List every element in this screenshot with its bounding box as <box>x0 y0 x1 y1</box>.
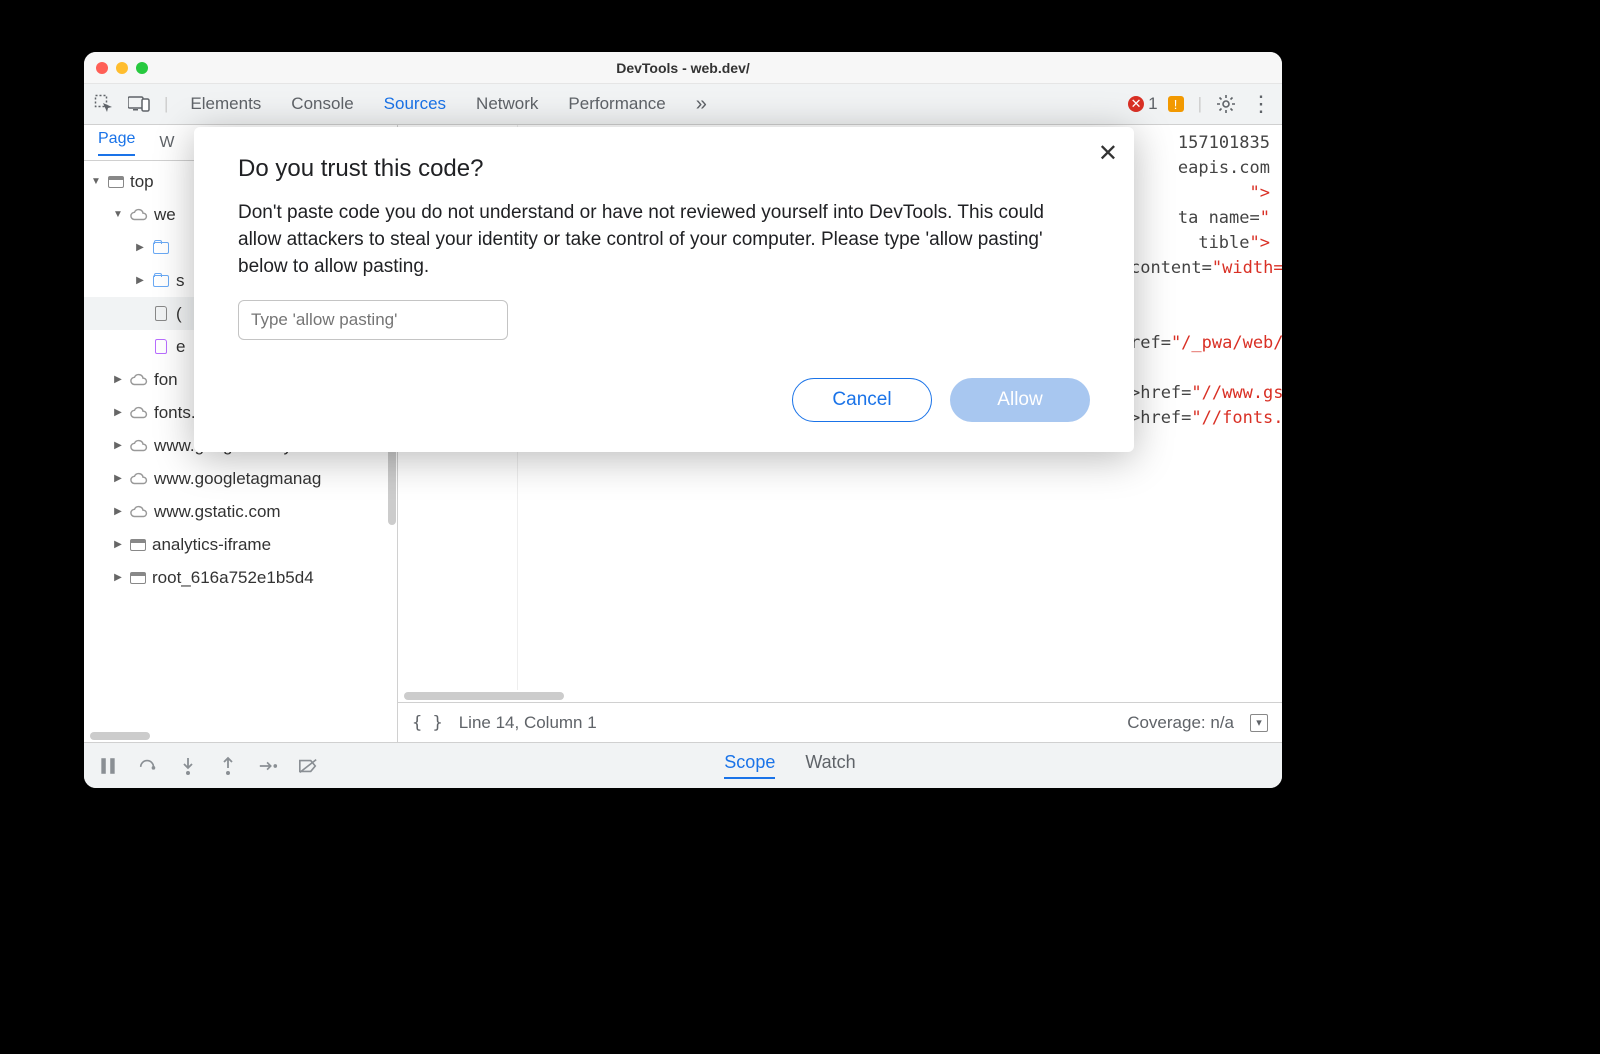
tree-label: ( <box>176 304 182 324</box>
cancel-button[interactable]: Cancel <box>792 378 932 422</box>
deactivate-breakpoints-icon[interactable] <box>298 756 318 776</box>
tree-label: fon <box>154 370 178 390</box>
disclosure-icon[interactable]: ▶ <box>112 407 124 418</box>
tree-item[interactable]: ▶ www.googletagmanag <box>84 462 397 495</box>
tab-performance[interactable]: Performance <box>568 94 665 114</box>
step-out-icon[interactable] <box>218 756 238 776</box>
sidebar-hscrollbar[interactable] <box>84 730 397 742</box>
disclosure-icon[interactable]: ▶ <box>134 242 146 253</box>
nav-tab-workspace[interactable]: W <box>159 134 174 152</box>
error-count: 1 <box>1148 94 1157 114</box>
tree-label: e <box>176 337 185 357</box>
inspect-element-icon[interactable] <box>94 94 114 114</box>
drawer-tab-watch[interactable]: Watch <box>805 752 855 779</box>
disclosure-icon[interactable]: ▶ <box>112 440 124 451</box>
coverage-info: Coverage: n/a <box>1127 713 1234 733</box>
disclosure-icon[interactable]: ▶ <box>112 473 124 484</box>
tree-item[interactable]: ▶ root_616a752e1b5d4 <box>84 561 397 594</box>
close-window-button[interactable] <box>96 62 108 74</box>
nav-tab-page[interactable]: Page <box>98 130 135 156</box>
step-over-icon[interactable] <box>138 756 158 776</box>
debugger-controls <box>84 756 398 776</box>
device-toolbar-icon[interactable] <box>128 95 150 113</box>
tree-label: s <box>176 271 185 291</box>
issue-badges: ✕ 1 ! <box>1128 94 1183 114</box>
drawer-tab-scope[interactable]: Scope <box>724 752 775 779</box>
disclosure-icon[interactable]: ▼ <box>90 176 102 187</box>
main-toolbar: | Elements Console Sources Network Perfo… <box>84 84 1282 125</box>
editor-hscrollbar[interactable] <box>398 690 1282 702</box>
tab-network[interactable]: Network <box>476 94 538 114</box>
titlebar: DevTools - web.dev/ <box>84 52 1282 84</box>
disclosure-icon[interactable]: ▼ <box>112 209 124 220</box>
window-title: DevTools - web.dev/ <box>84 60 1282 76</box>
cursor-position: Line 14, Column 1 <box>459 713 597 733</box>
pretty-print-icon[interactable]: { } <box>412 713 443 733</box>
error-badge[interactable]: ✕ 1 <box>1128 94 1157 114</box>
tab-sources[interactable]: Sources <box>384 94 446 114</box>
toolbar-separator: | <box>164 94 168 114</box>
devtools-window: DevTools - web.dev/ | Elements Console S… <box>84 52 1282 788</box>
more-tabs-icon[interactable]: » <box>696 93 707 116</box>
dialog-title: Do you trust this code? <box>238 155 1090 183</box>
tree-item[interactable]: ▶ analytics-iframe <box>84 528 397 561</box>
debugger-drawer: Scope Watch <box>84 742 1282 788</box>
editor-statusbar: { } Line 14, Column 1 Coverage: n/a ▾ <box>398 702 1282 742</box>
step-icon[interactable] <box>258 756 278 776</box>
toolbar-separator-2: | <box>1198 94 1202 114</box>
warning-badge[interactable]: ! <box>1168 96 1184 112</box>
tree-item[interactable]: ▶ www.gstatic.com <box>84 495 397 528</box>
tree-label: www.googletagmanag <box>154 469 321 489</box>
disclosure-icon[interactable]: ▶ <box>134 275 146 286</box>
tree-label: top <box>130 172 154 192</box>
tree-label: www.gstatic.com <box>154 502 281 522</box>
dialog-body: Don't paste code you do not understand o… <box>238 199 1090 280</box>
pause-icon[interactable] <box>98 756 118 776</box>
step-into-icon[interactable] <box>178 756 198 776</box>
disclosure-icon[interactable]: ▶ <box>112 539 124 550</box>
panel-tabs: Elements Console Sources Network Perform… <box>182 93 1114 116</box>
tree-label: root_616a752e1b5d4 <box>152 568 314 588</box>
disclosure-icon[interactable]: ▶ <box>112 572 124 583</box>
tab-console[interactable]: Console <box>291 94 353 114</box>
allow-pasting-input[interactable] <box>238 300 508 340</box>
tree-label: we <box>154 205 176 225</box>
zoom-window-button[interactable] <box>136 62 148 74</box>
window-controls <box>96 62 148 74</box>
trust-code-dialog: ✕ Do you trust this code? Don't paste co… <box>194 127 1134 452</box>
allow-button[interactable]: Allow <box>950 378 1090 422</box>
settings-icon[interactable] <box>1216 94 1236 114</box>
tree-label: analytics-iframe <box>152 535 271 555</box>
close-icon[interactable]: ✕ <box>1098 139 1118 168</box>
toggle-drawer-icon[interactable]: ▾ <box>1250 714 1268 732</box>
disclosure-icon[interactable]: ▶ <box>112 506 124 517</box>
disclosure-icon[interactable]: ▶ <box>112 374 124 385</box>
tab-elements[interactable]: Elements <box>190 94 261 114</box>
drawer-tabs: Scope Watch <box>398 752 1182 779</box>
minimize-window-button[interactable] <box>116 62 128 74</box>
